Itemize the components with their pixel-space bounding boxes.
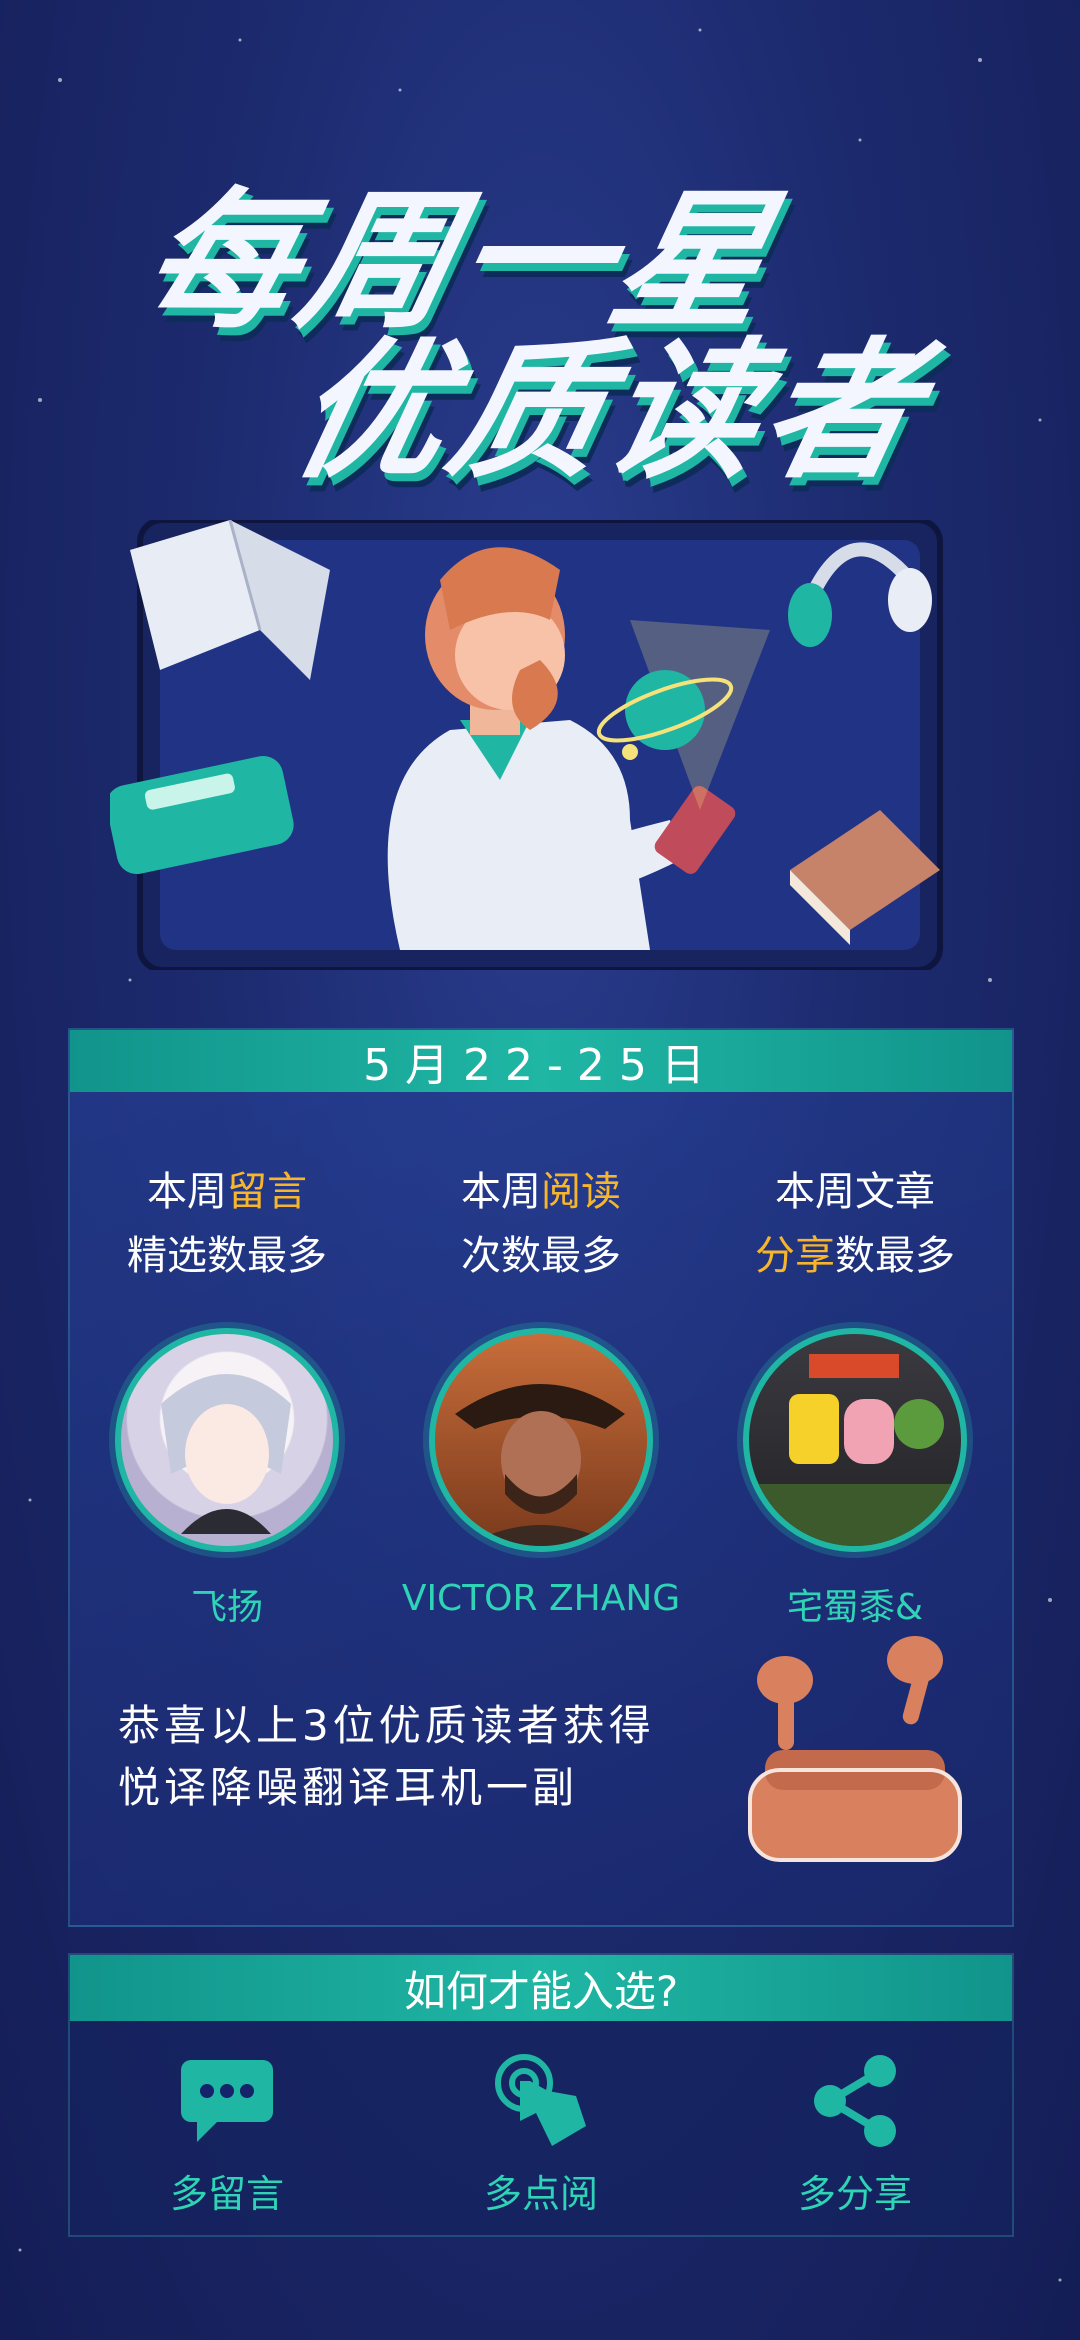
how-to-join-panel: 如何才能入选? 多留言 多点阅 多分享 — [68, 1953, 1014, 2237]
reader-name: VICTOR ZHANG — [401, 1578, 681, 1619]
reader-name: 宅蜀黍& — [786, 1587, 924, 1628]
how-item-read: 多点阅 — [431, 2051, 651, 2218]
chat-icon — [181, 2060, 273, 2142]
category-comments: 本周留言 精选数最多 飞扬 — [70, 1160, 384, 1630]
category-sharing: 本周文章 分享数最多 宅蜀黍& — [698, 1160, 1012, 1630]
winners-panel: 5月22-25日 本周留言 精选数最多 飞扬 本周阅读 次数最多 VICTOR … — [68, 1028, 1014, 1927]
share-icon — [814, 2055, 896, 2147]
tap-icon — [495, 2054, 586, 2146]
category-reading: 本周阅读 次数最多 VICTOR ZHANG — [384, 1160, 698, 1630]
date-banner: 5月22-25日 — [70, 1030, 1012, 1092]
earbuds-icon — [748, 1636, 962, 1862]
how-item-comment: 多留言 — [117, 2051, 337, 2218]
how-item-share: 多分享 — [745, 2051, 965, 2218]
page-title: 每周一星 优质读者 — [0, 120, 1080, 499]
how-heading: 如何才能入选? — [70, 1955, 1012, 2021]
avatar — [429, 1328, 653, 1552]
avatar — [115, 1328, 339, 1552]
reader-name: 飞扬 — [190, 1587, 263, 1628]
prize-text: 恭喜以上3位优质读者获得 悦译降噪翻译耳机一副 — [118, 1701, 655, 1812]
reader-illustration — [110, 520, 943, 970]
title-line-2: 优质读者 — [278, 325, 940, 499]
avatar — [743, 1328, 967, 1552]
